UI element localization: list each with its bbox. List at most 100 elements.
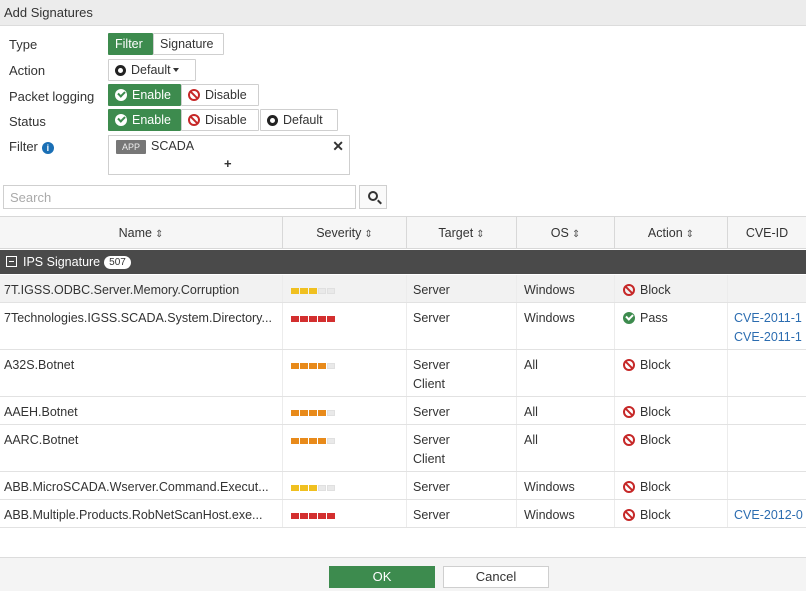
filter-value: SCADA (151, 139, 195, 153)
cve-link[interactable]: CVE-2011-1 (734, 309, 806, 328)
search-button[interactable] (359, 185, 387, 209)
severity-bars (291, 478, 336, 491)
os-cell: Windows (517, 500, 615, 527)
action-label: Block (640, 283, 671, 297)
os-cell: Windows (517, 472, 615, 499)
action-dropdown[interactable]: Default (108, 59, 196, 81)
cve-cell (728, 350, 806, 396)
target-cell: Server Client (407, 350, 517, 396)
check-circle-icon (623, 312, 635, 324)
severity-bar-segment (300, 410, 308, 416)
status-enable-button[interactable]: Enable (108, 109, 181, 131)
cve-cell (728, 425, 806, 471)
search-icon (368, 191, 378, 201)
table-header: Name ⇕ Severity ⇕ Target ⇕ OS ⇕ Action ⇕ CVE-… (0, 217, 806, 249)
severity-bar-segment (327, 288, 335, 294)
severity-bar-segment (300, 316, 308, 322)
ban-icon (623, 434, 635, 446)
table-row[interactable]: ABB.Multiple.Products.RobNetScanHost.exe… (0, 500, 806, 528)
column-header-cve-id[interactable]: CVE-ID (728, 217, 806, 249)
severity-bar-segment (291, 513, 299, 519)
table-row[interactable]: 7T.IGSS.ODBC.Server.Memory.Corruption Ser… (0, 275, 806, 303)
action-label: Block (640, 433, 671, 447)
target-cell: Server (407, 397, 517, 424)
cve-link[interactable]: CVE-2012-0 (734, 506, 806, 525)
ok-button[interactable]: OK (329, 566, 435, 588)
cve-cell (728, 275, 806, 302)
column-header-action[interactable]: Action ⇕ (615, 217, 728, 249)
severity-bars (291, 506, 336, 519)
severity-bars (291, 281, 336, 294)
info-icon[interactable]: i (41, 142, 54, 154)
severity-bar-segment (291, 316, 299, 322)
severity-cell (283, 397, 407, 424)
ban-icon (188, 89, 200, 101)
severity-bar-segment (327, 363, 335, 369)
column-header-os[interactable]: OS ⇕ (517, 217, 615, 249)
cve-link[interactable]: CVE-2011-1 (734, 328, 806, 347)
action-label: Block (640, 358, 671, 372)
signature-table: Name ⇕ Severity ⇕ Target ⇕ OS ⇕ Action ⇕ CVE-… (0, 216, 806, 556)
name-cell: A32S.Botnet (0, 350, 283, 396)
column-header-label: CVE-ID (745, 226, 789, 240)
table-row[interactable]: 7Technologies.IGSS.SCADA.System.Director… (0, 303, 806, 350)
collapse-icon[interactable] (6, 256, 17, 267)
table-row[interactable]: AAEH.Botnet Server All Block (0, 397, 806, 425)
column-header-severity[interactable]: Severity ⇕ (283, 217, 407, 249)
check-circle-icon (115, 114, 127, 126)
severity-bars (291, 309, 336, 322)
action-label: Pass (640, 311, 668, 325)
severity-bar-segment (309, 363, 317, 369)
status-default-button[interactable]: Default (260, 109, 338, 131)
severity-bar-segment (318, 485, 326, 491)
group-row-ips-signature[interactable]: IPS Signature 507 (0, 250, 806, 274)
severity-bar-segment (300, 363, 308, 369)
dialog-footer: OK Cancel (0, 557, 806, 591)
status-disable-button[interactable]: Disable (181, 109, 259, 131)
severity-bar-segment (318, 513, 326, 519)
table-row[interactable]: AARC.Botnet Server Client All Block (0, 425, 806, 472)
severity-cell (283, 500, 407, 527)
os-cell: All (517, 397, 615, 424)
packet-logging-enable-button[interactable]: Enable (108, 84, 181, 106)
add-filter-icon[interactable]: + (224, 156, 232, 171)
table-row[interactable]: ABB.MicroSCADA.Wserver.Command.Execut...… (0, 472, 806, 500)
action-cell: Pass (615, 303, 728, 349)
severity-bar-segment (291, 485, 299, 491)
severity-bar-segment (291, 288, 299, 294)
severity-bar-segment (318, 438, 326, 444)
table-row[interactable]: A32S.Botnet Server Client All Block (0, 350, 806, 397)
severity-bar-segment (300, 513, 308, 519)
severity-bar-segment (300, 438, 308, 444)
severity-bar-segment (300, 288, 308, 294)
severity-bar-segment (327, 316, 335, 322)
target-cell: Server Client (407, 425, 517, 471)
target-cell: Server (407, 303, 517, 349)
group-label: IPS Signature (23, 255, 101, 269)
column-header-target[interactable]: Target ⇕ (407, 217, 517, 249)
action-label: Block (640, 405, 671, 419)
search-input[interactable] (3, 185, 356, 209)
count-badge: 507 (104, 256, 131, 269)
target-cell: Server (407, 500, 517, 527)
cancel-button[interactable]: Cancel (443, 566, 549, 588)
column-header-name[interactable]: Name ⇕ (0, 217, 283, 249)
severity-bar-segment (300, 485, 308, 491)
action-cell: Block (615, 472, 728, 499)
severity-bar-segment (327, 513, 335, 519)
severity-bar-segment (291, 363, 299, 369)
name-cell: AARC.Botnet (0, 425, 283, 471)
packet-logging-disable-button[interactable]: Disable (181, 84, 259, 106)
ban-icon (623, 481, 635, 493)
filter-label: Filter (9, 139, 38, 154)
severity-bar-segment (327, 485, 335, 491)
type-filter-button[interactable]: Filter (108, 33, 153, 55)
severity-bar-segment (309, 288, 317, 294)
remove-filter-icon[interactable]: ✕ (332, 138, 344, 155)
filter-box[interactable]: APP SCADA ✕ + (108, 135, 350, 175)
target-value: Server (413, 508, 450, 522)
severity-bar-segment (318, 316, 326, 322)
type-signature-button[interactable]: Signature (153, 33, 224, 55)
action-dropdown-value: Default (131, 63, 171, 77)
target-value: Server (413, 433, 450, 447)
